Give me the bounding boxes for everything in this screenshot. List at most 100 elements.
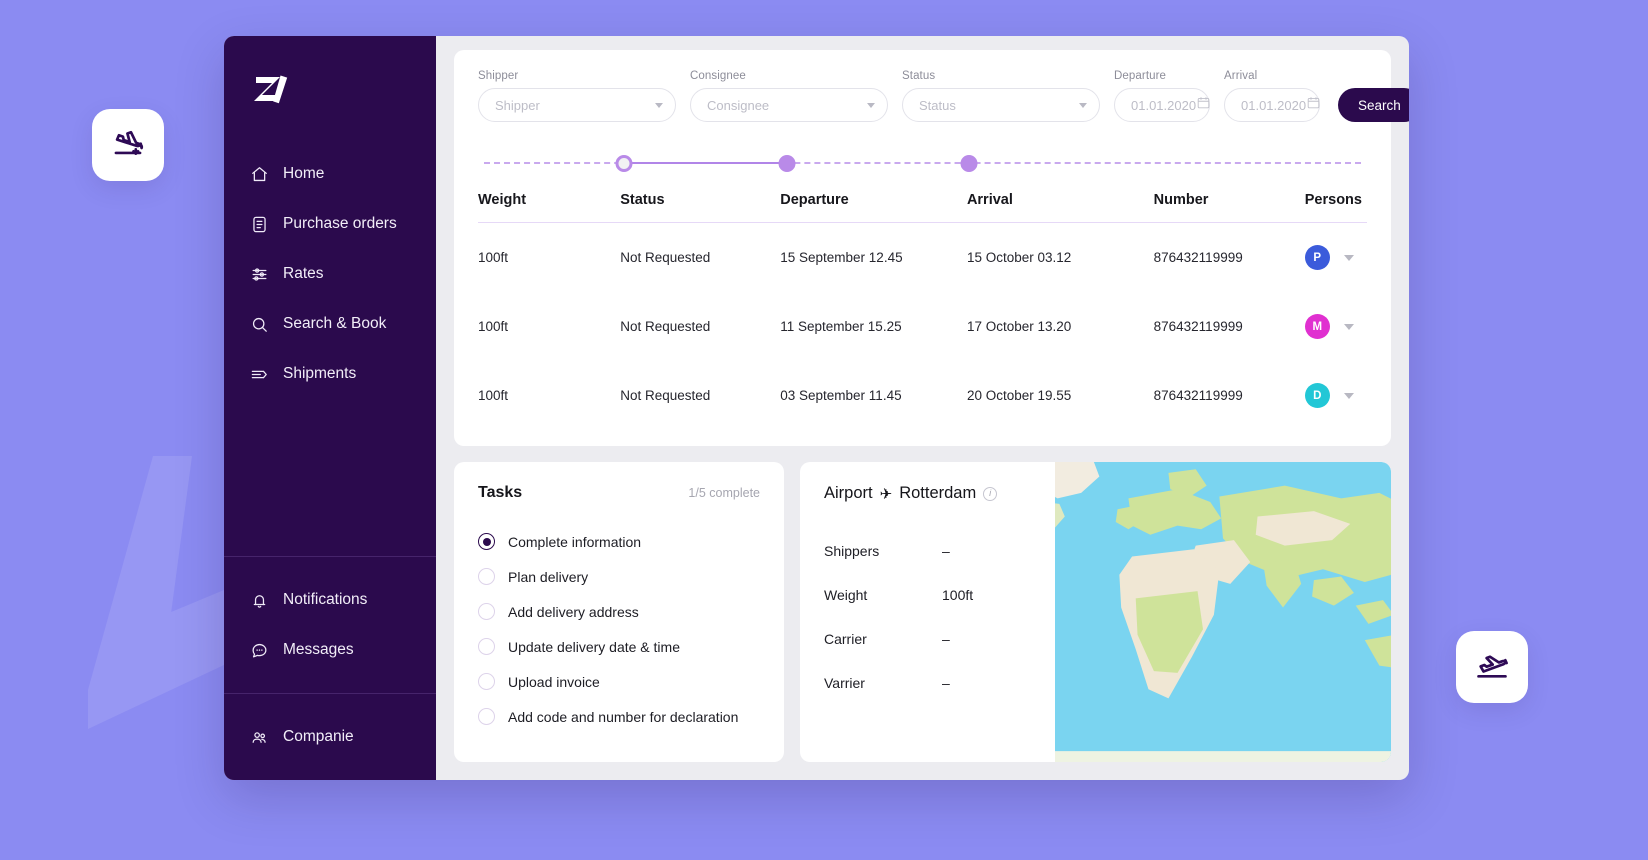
task-label: Complete information — [508, 533, 642, 550]
radio-icon[interactable] — [478, 708, 495, 725]
search-button[interactable]: Search — [1338, 88, 1409, 122]
info-value: – — [942, 631, 950, 647]
info-key: Varrier — [824, 675, 865, 691]
sidebar-item-notifications[interactable]: Notifications — [224, 575, 436, 625]
shipper-select[interactable]: Shipper — [478, 88, 676, 122]
sidebar-item-home[interactable]: Home — [224, 149, 436, 199]
radio-icon[interactable] — [478, 603, 495, 620]
cell-arrival: 17 October 13.20 — [966, 319, 1072, 334]
airport-info-row: Varrier – — [824, 661, 1031, 705]
table-row[interactable]: 100ft Not Requested 15 September 12.45 1… — [478, 223, 1367, 293]
column-header-arrival[interactable]: Arrival — [967, 188, 1154, 223]
calendar-icon — [1196, 95, 1211, 115]
task-item[interactable]: Upload invoice — [478, 664, 760, 699]
cell-status: Not Requested — [620, 388, 711, 403]
task-item[interactable]: Add delivery address — [478, 594, 760, 629]
sidebar-item-messages[interactable]: Messages — [224, 625, 436, 675]
plane-takeoff-icon — [1475, 648, 1509, 687]
departure-date-value: 01.01.2020 — [1131, 97, 1197, 113]
world-map[interactable] — [1055, 462, 1391, 762]
sidebar-item-companie[interactable]: Companie — [224, 712, 436, 762]
cell-persons: P — [1304, 223, 1367, 293]
sidebar-item-shipments[interactable]: Shipments — [224, 349, 436, 399]
cell-status: Not Requested — [620, 250, 711, 265]
cell-persons: M — [1304, 292, 1367, 361]
info-value: – — [942, 675, 950, 691]
arrival-filter-label: Arrival — [1224, 70, 1258, 82]
departure-filter-label: Departure — [1114, 70, 1167, 82]
cell-weight: 100ft — [478, 319, 509, 334]
task-item[interactable]: Complete information — [478, 524, 760, 559]
departure-date-input[interactable]: 01.01.2020 — [1114, 88, 1210, 122]
sidebar-item-search-and-book[interactable]: Search & Book — [224, 299, 436, 349]
avatar[interactable]: D — [1304, 383, 1330, 408]
table-row[interactable]: 100ft Not Requested 03 September 11.45 2… — [478, 361, 1367, 430]
arrival-date-value: 01.01.2020 — [1241, 97, 1307, 113]
tasks-panel: Tasks 1/5 complete Complete information … — [454, 462, 784, 762]
task-item[interactable]: Add code and number for declaration — [478, 699, 760, 734]
sidebar-item-purchase-orders[interactable]: Purchase orders — [224, 199, 436, 249]
chevron-down-icon[interactable] — [1343, 392, 1354, 399]
consignee-filter: Consignee Consignee — [690, 70, 888, 122]
task-item[interactable]: Plan delivery — [478, 559, 760, 594]
airport-info-row: Carrier – — [824, 617, 1031, 661]
column-header-status[interactable]: Status — [620, 188, 780, 223]
chevron-down-icon — [867, 102, 875, 108]
plane-landing-icon-button[interactable] — [92, 109, 164, 181]
radio-icon[interactable] — [478, 673, 495, 690]
column-header-weight[interactable]: Weight — [478, 188, 620, 223]
info-key: Weight — [824, 587, 868, 603]
radio-icon[interactable] — [478, 533, 495, 550]
cell-status: Not Requested — [620, 319, 711, 334]
airport-title: Airport ✈ Rotterdam i — [824, 484, 1031, 503]
sidebar-item-label: Home — [283, 165, 325, 182]
sidebar: Home Purchase orders Rates Search & Book — [224, 36, 436, 780]
shipment-progress-slider — [484, 146, 1361, 180]
cell-persons: D — [1304, 361, 1367, 430]
column-header-persons[interactable]: Persons — [1305, 188, 1367, 223]
sliders-icon — [250, 265, 269, 284]
filter-bar: Shipper Shipper Consignee Consignee Stat… — [478, 70, 1409, 122]
sidebar-item-label: Notifications — [283, 591, 368, 608]
airport-panel: Airport ✈ Rotterdam i Shippers – Weight … — [800, 462, 1391, 762]
task-label: Add code and number for declaration — [508, 708, 739, 725]
airport-info: Airport ✈ Rotterdam i Shippers – Weight … — [800, 462, 1055, 762]
sidebar-item-label: Companie — [283, 728, 354, 745]
airport-title-suffix: Rotterdam — [899, 484, 977, 502]
avatar[interactable]: P — [1304, 245, 1330, 270]
status-filter: Status Status — [902, 70, 1100, 122]
cell-number: 876432119999 — [1153, 388, 1243, 403]
radio-icon[interactable] — [478, 568, 495, 585]
cell-arrival: 20 October 19.55 — [966, 388, 1072, 403]
arrival-date-input[interactable]: 01.01.2020 — [1224, 88, 1320, 122]
shipper-filter-label: Shipper — [478, 70, 519, 82]
status-select[interactable]: Status — [902, 88, 1100, 122]
chevron-down-icon[interactable] — [1343, 254, 1354, 261]
tasks-progress: 1/5 complete — [688, 486, 760, 500]
cell-arrival: 15 October 03.12 — [966, 250, 1072, 265]
table-row[interactable]: 100ft Not Requested 11 September 15.25 1… — [478, 292, 1367, 361]
info-icon[interactable]: i — [983, 486, 998, 501]
departure-filter: Departure 01.01.2020 — [1114, 70, 1210, 122]
consignee-select[interactable]: Consignee — [690, 88, 888, 122]
task-item[interactable]: Update delivery date & time — [478, 629, 760, 664]
task-label: Upload invoice — [508, 673, 600, 690]
plane-takeoff-icon-button[interactable] — [1456, 631, 1528, 703]
chevron-down-icon[interactable] — [1343, 323, 1354, 330]
info-value: 100ft — [942, 587, 974, 603]
shipments-table: Weight Status Departure Arrival Number P… — [478, 188, 1367, 430]
column-header-departure[interactable]: Departure — [780, 188, 967, 223]
avatar[interactable]: M — [1304, 314, 1330, 339]
document-icon — [250, 215, 269, 234]
shipments-panel: Shipper Shipper Consignee Consignee Stat… — [454, 50, 1409, 446]
radio-icon[interactable] — [478, 638, 495, 655]
slider-node-done-2[interactable] — [960, 155, 978, 172]
table-body: 100ft Not Requested 15 September 12.45 1… — [478, 223, 1367, 431]
column-header-number[interactable]: Number — [1154, 188, 1305, 223]
slider-node-done-1[interactable] — [778, 155, 796, 172]
app-logo[interactable] — [224, 62, 436, 115]
slider-node-current[interactable] — [615, 155, 633, 172]
status-filter-label: Status — [902, 70, 936, 82]
sidebar-item-rates[interactable]: Rates — [224, 249, 436, 299]
users-icon — [250, 728, 269, 747]
